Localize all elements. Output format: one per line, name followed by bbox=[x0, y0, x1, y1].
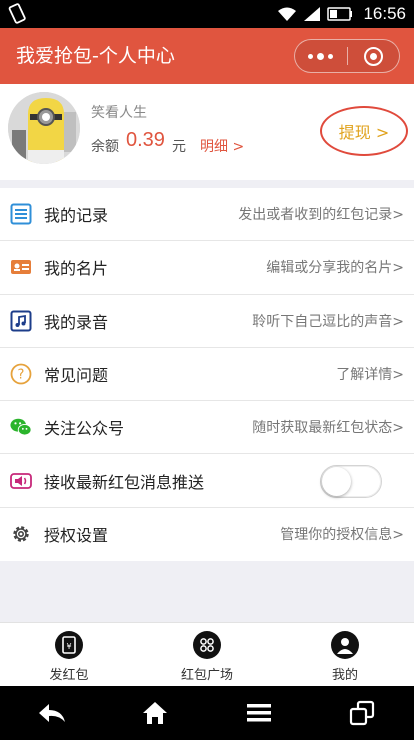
withdraw-button[interactable]: 提现 > bbox=[320, 106, 408, 156]
balance-label: 余额 bbox=[91, 139, 119, 155]
tab-label: 发红包 bbox=[49, 668, 89, 683]
hamburger-icon bbox=[246, 704, 271, 722]
home-icon bbox=[143, 702, 168, 724]
push-toggle[interactable] bbox=[320, 465, 382, 499]
phone-vibrate-icon bbox=[8, 3, 26, 24]
balance-amount: 0.39 bbox=[126, 129, 165, 151]
status-bar: 16:56 bbox=[0, 0, 414, 28]
tab-bar: ¥ 发红包 红包广场 我的 bbox=[0, 622, 414, 686]
svg-text:?: ? bbox=[18, 368, 25, 383]
more-dot-icon bbox=[317, 52, 325, 60]
tab-label: 红包广场 bbox=[180, 668, 233, 683]
more-button[interactable] bbox=[295, 40, 347, 72]
menu-button[interactable] bbox=[235, 693, 283, 733]
menu-label: 接收最新红包消息推送 bbox=[44, 472, 205, 492]
wechat-icon bbox=[10, 416, 32, 438]
menu-list: 我的记录 发出或者收到的红包记录> 我的名片 编辑或分享我的名片> 我的录音 聆… bbox=[0, 188, 414, 562]
back-arrow-icon bbox=[38, 704, 65, 722]
gear-icon bbox=[10, 523, 32, 545]
music-icon bbox=[10, 310, 32, 332]
toggle-knob bbox=[322, 467, 351, 497]
recent-apps-button[interactable] bbox=[338, 693, 386, 733]
menu-hint: 管理你的授权信息> bbox=[280, 527, 404, 544]
detail-link[interactable]: 明细 > bbox=[200, 136, 244, 156]
speaker-icon bbox=[10, 470, 32, 492]
menu-label: 关注公众号 bbox=[44, 419, 125, 439]
user-icon bbox=[331, 631, 359, 659]
more-dot-icon bbox=[328, 53, 334, 59]
menu-label: 常见问题 bbox=[44, 366, 109, 386]
page-title: 我爱抢包-个人中心 bbox=[16, 45, 175, 67]
menu-label: 我的录音 bbox=[44, 312, 109, 332]
id-card-icon bbox=[10, 256, 32, 278]
menu-hint: 聆听下自己逗比的声音> bbox=[252, 313, 404, 330]
tab-mine[interactable]: 我的 bbox=[276, 623, 414, 686]
home-button[interactable] bbox=[131, 693, 179, 733]
title-bar: 我爱抢包-个人中心 bbox=[0, 28, 414, 84]
menu-item-follow[interactable]: 关注公众号 随时获取最新红包状态> bbox=[0, 401, 414, 455]
menu-hint: 发出或者收到的红包记录> bbox=[238, 207, 404, 224]
balance-unit: 元 bbox=[172, 139, 186, 155]
menu-item-card[interactable]: 我的名片 编辑或分享我的名片> bbox=[0, 241, 414, 295]
svg-text:¥: ¥ bbox=[66, 642, 71, 651]
tab-square[interactable]: 红包广场 bbox=[138, 623, 276, 686]
tab-label: 我的 bbox=[331, 668, 358, 683]
avatar[interactable] bbox=[8, 92, 80, 164]
status-time: 16:56 bbox=[363, 4, 406, 23]
mini-program-capsule bbox=[294, 39, 400, 73]
more-dot-icon bbox=[308, 53, 314, 59]
menu-label: 我的名片 bbox=[44, 259, 109, 279]
menu-item-recording[interactable]: 我的录音 聆听下自己逗比的声音> bbox=[0, 295, 414, 348]
menu-hint: 了解详情> bbox=[336, 367, 404, 384]
menu-hint: 编辑或分享我的名片> bbox=[266, 260, 404, 277]
system-nav-bar bbox=[0, 686, 414, 740]
close-circle-icon bbox=[363, 46, 383, 66]
menu-item-auth[interactable]: 授权设置 管理你的授权信息> bbox=[0, 508, 414, 561]
battery-icon bbox=[327, 7, 353, 21]
menu-label: 授权设置 bbox=[44, 526, 109, 546]
wifi-icon bbox=[278, 7, 297, 21]
menu-label: 我的记录 bbox=[44, 206, 109, 226]
red-packet-icon: ¥ bbox=[55, 631, 83, 659]
list-icon bbox=[10, 203, 32, 225]
question-icon: ? bbox=[10, 363, 32, 385]
close-button[interactable] bbox=[348, 40, 400, 72]
menu-item-faq[interactable]: ? 常见问题 了解详情> bbox=[0, 348, 414, 402]
menu-item-push: 接收最新红包消息推送 bbox=[0, 454, 414, 508]
grid-icon bbox=[193, 631, 221, 659]
username: 笑看人生 bbox=[91, 105, 147, 121]
menu-hint: 随时获取最新红包状态> bbox=[252, 420, 404, 437]
recent-apps-icon bbox=[350, 700, 375, 726]
minion-avatar-icon bbox=[8, 92, 80, 164]
menu-item-records[interactable]: 我的记录 发出或者收到的红包记录> bbox=[0, 188, 414, 242]
signal-icon bbox=[304, 7, 321, 21]
back-button[interactable] bbox=[28, 693, 76, 733]
tab-send-packet[interactable]: ¥ 发红包 bbox=[0, 623, 138, 686]
